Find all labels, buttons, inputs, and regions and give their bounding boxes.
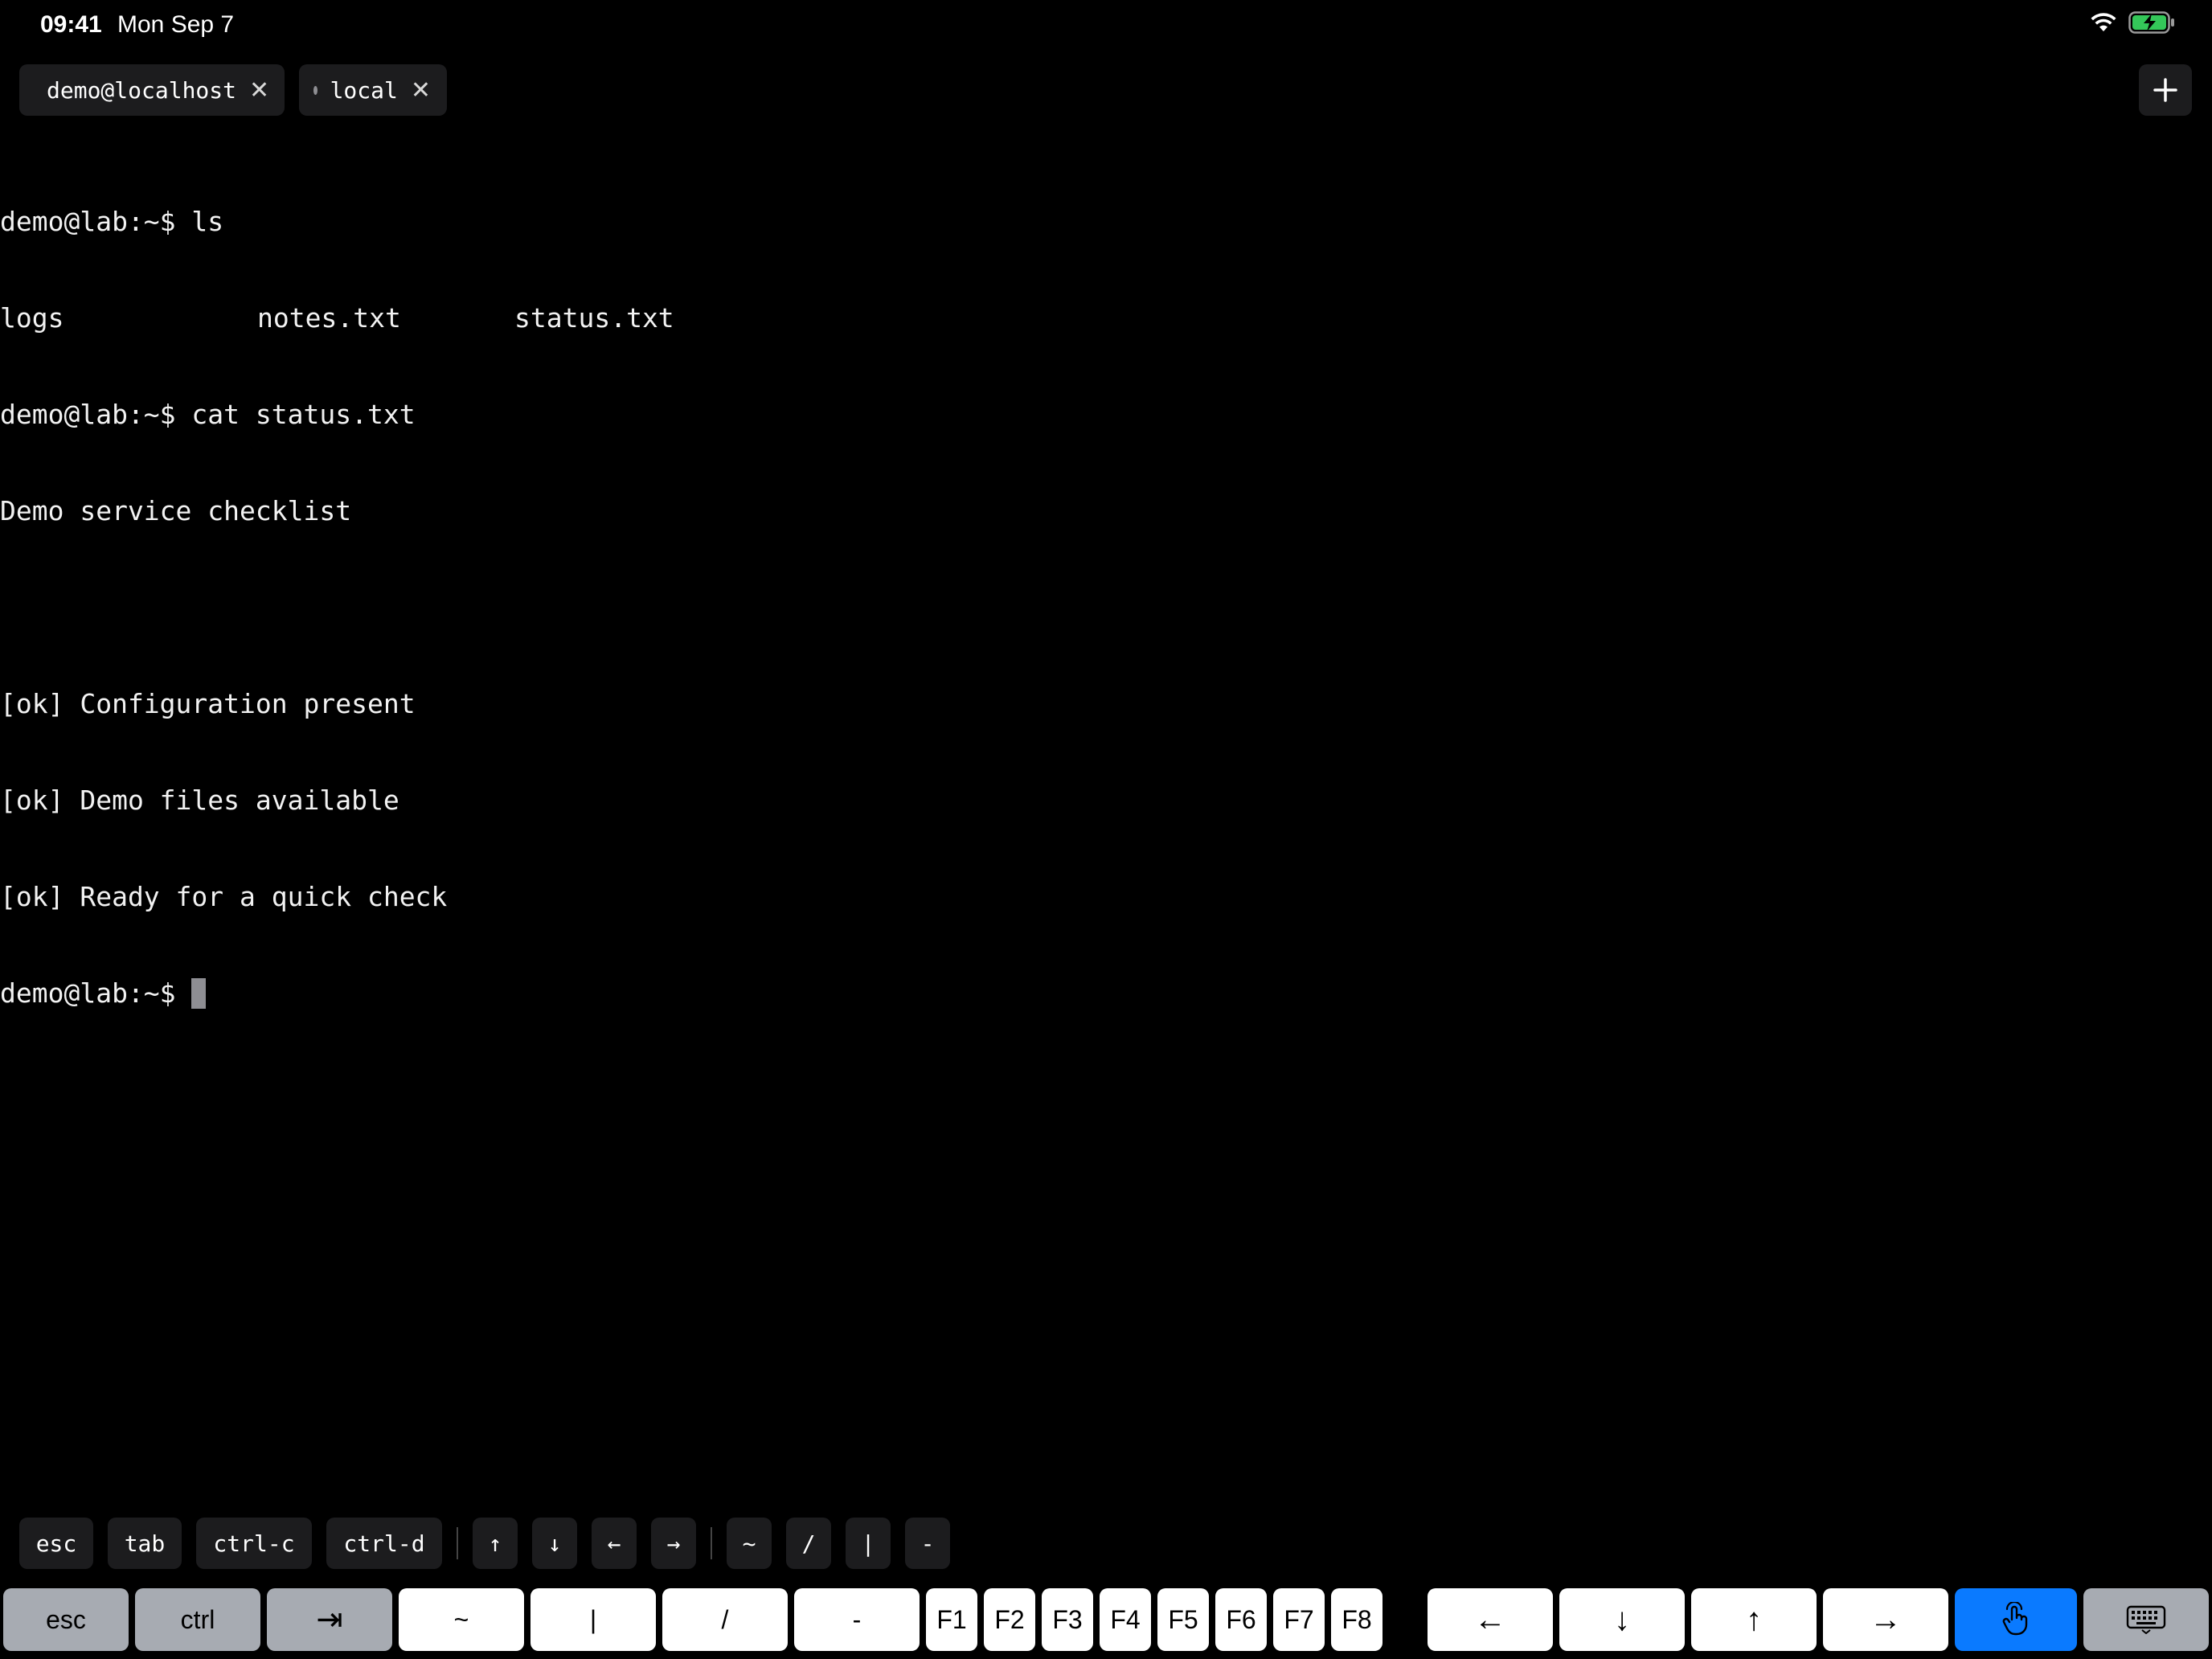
file-entry: status.txt <box>514 302 674 334</box>
close-icon[interactable]: ✕ <box>411 76 431 104</box>
kb-tab-key[interactable]: ⇥ <box>267 1588 392 1651</box>
kb-dash-key[interactable]: - <box>794 1588 920 1651</box>
kb-arrow-right-key[interactable]: → <box>1823 1588 1948 1651</box>
kb-f4-key[interactable]: F4 <box>1100 1588 1151 1651</box>
battery-charging-icon <box>2128 11 2174 34</box>
kb-arrow-left-key[interactable]: ← <box>1428 1588 1553 1651</box>
arrow-up-key[interactable]: ↑ <box>473 1518 518 1569</box>
kb-f2-key[interactable]: F2 <box>984 1588 1035 1651</box>
kb-pipe-key[interactable]: | <box>530 1588 656 1651</box>
prompt: demo@lab:~$ <box>0 399 176 430</box>
arrow-left-key[interactable]: ← <box>592 1518 637 1569</box>
terminal-line: Demo service checklist <box>0 495 352 526</box>
toggle-keyboard-button[interactable] <box>2083 1588 2209 1651</box>
terminal-cursor <box>191 978 207 1009</box>
kb-arrow-down-key[interactable]: ↓ <box>1559 1588 1685 1651</box>
terminal-line: [ok] Configuration present <box>0 688 416 719</box>
ctrl-c-key[interactable]: ctrl-c <box>196 1518 312 1569</box>
keyboard-shortcut-row: esc ctrl ⇥ ~ | / - F1 F2 F3 F4 F5 F6 F7 … <box>0 1588 2212 1653</box>
wifi-icon <box>2091 13 2116 31</box>
file-entry: logs <box>0 302 64 334</box>
status-icons <box>2090 11 2175 34</box>
hand-pointer-icon <box>2002 1602 2028 1636</box>
accessory-divider <box>711 1527 712 1559</box>
plus-icon <box>2153 78 2177 102</box>
kb-f8-key[interactable]: F8 <box>1331 1588 1382 1651</box>
tab-key[interactable]: tab <box>108 1518 182 1569</box>
kb-ctrl-key[interactable]: ctrl <box>135 1588 260 1651</box>
terminal-line: logs notes.txt status.txt <box>0 302 2212 334</box>
new-tab-button[interactable] <box>2139 64 2192 116</box>
slash-key[interactable]: / <box>786 1518 831 1569</box>
keyboard-icon <box>2126 1605 2166 1634</box>
tab-label: local <box>330 76 398 104</box>
tab-label: demo@localhost <box>47 76 237 104</box>
kb-arrow-up-key[interactable]: ↑ <box>1691 1588 1817 1651</box>
command-text: ls <box>191 206 224 237</box>
dash-key[interactable]: - <box>905 1518 950 1569</box>
tab-bar: demo@localhost ✕ local ✕ <box>19 64 447 116</box>
ctrl-d-key[interactable]: ctrl-d <box>326 1518 442 1569</box>
file-entry: notes.txt <box>257 302 401 334</box>
kb-f7-key[interactable]: F7 <box>1273 1588 1325 1651</box>
terminal-line: [ok] Ready for a quick check <box>0 881 448 912</box>
kb-f6-key[interactable]: F6 <box>1215 1588 1267 1651</box>
esc-key[interactable]: esc <box>19 1518 93 1569</box>
accessory-key-bar: esc tab ctrl-c ctrl-d ↑ ↓ ← → ~ / | - <box>19 1518 965 1569</box>
tab-local[interactable]: local ✕ <box>299 64 447 116</box>
prompt: demo@lab:~$ <box>0 977 176 1009</box>
terminal-line: [ok] Demo files available <box>0 784 399 816</box>
kb-slash-key[interactable]: / <box>662 1588 788 1651</box>
arrow-right-key[interactable]: → <box>651 1518 696 1569</box>
touch-mode-button[interactable] <box>1955 1588 2077 1651</box>
prompt: demo@lab:~$ <box>0 206 176 237</box>
terminal-line: demo@lab:~$ cat status.txt <box>0 399 2212 431</box>
kb-f5-key[interactable]: F5 <box>1157 1588 1209 1651</box>
status-time: 09:41 <box>40 11 102 38</box>
command-text: cat status.txt <box>191 399 416 430</box>
kb-f1-key[interactable]: F1 <box>926 1588 977 1651</box>
kb-tilde-key[interactable]: ~ <box>399 1588 524 1651</box>
accessory-divider <box>457 1527 458 1559</box>
kb-esc-key[interactable]: esc <box>3 1588 129 1651</box>
terminal-line: demo@lab:~$ ls <box>0 206 2212 238</box>
pipe-key[interactable]: | <box>846 1518 891 1569</box>
arrow-down-key[interactable]: ↓ <box>532 1518 577 1569</box>
kb-f3-key[interactable]: F3 <box>1042 1588 1093 1651</box>
close-icon[interactable]: ✕ <box>249 76 269 104</box>
terminal-output[interactable]: demo@lab:~$ ls logs notes.txt status.txt d… <box>0 141 2212 1476</box>
tab-demo-localhost[interactable]: demo@localhost ✕ <box>19 64 285 116</box>
terminal-line: demo@lab:~$ <box>0 977 2212 1010</box>
status-date: Mon Sep 7 <box>117 11 235 38</box>
status-bar: 09:41 Mon Sep 7 <box>0 0 2212 51</box>
connection-status-dot <box>313 85 317 95</box>
tilde-key[interactable]: ~ <box>727 1518 772 1569</box>
